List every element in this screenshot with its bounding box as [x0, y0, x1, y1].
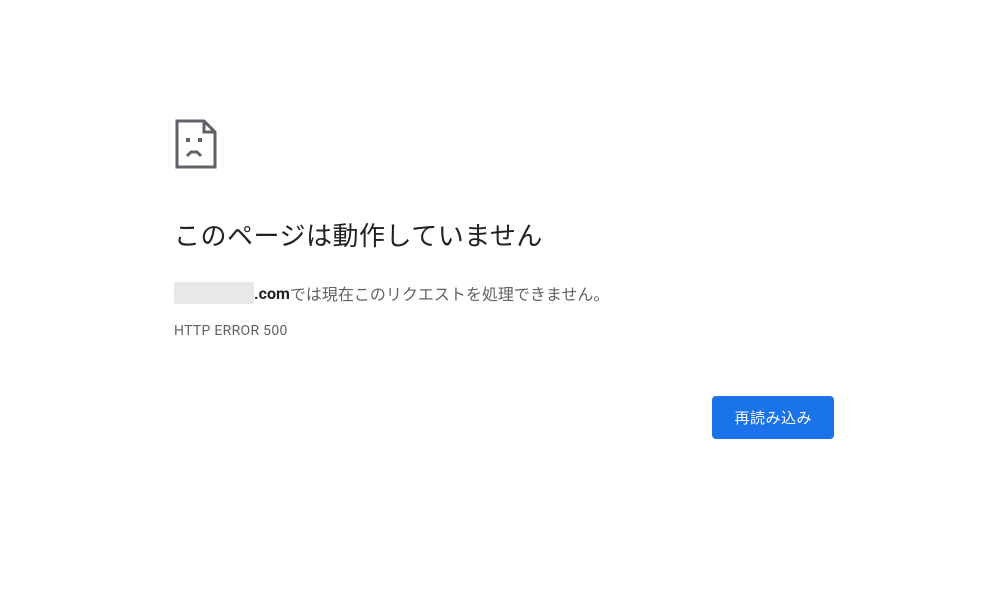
error-code: HTTP ERROR 500	[174, 323, 834, 339]
domain-suffix: .com	[254, 284, 290, 303]
error-message: .com では現在このリクエストを処理できません。	[174, 281, 834, 305]
error-page-container: このページは動作していません .com では現在このリクエストを処理できません。…	[174, 118, 834, 339]
message-rest: では現在このリクエストを処理できません。	[290, 281, 610, 305]
redacted-domain	[174, 282, 254, 304]
sad-page-icon	[174, 118, 218, 170]
error-heading: このページは動作していません	[174, 216, 834, 253]
reload-button[interactable]: 再読み込み	[712, 396, 834, 439]
error-icon-wrap	[174, 118, 834, 174]
